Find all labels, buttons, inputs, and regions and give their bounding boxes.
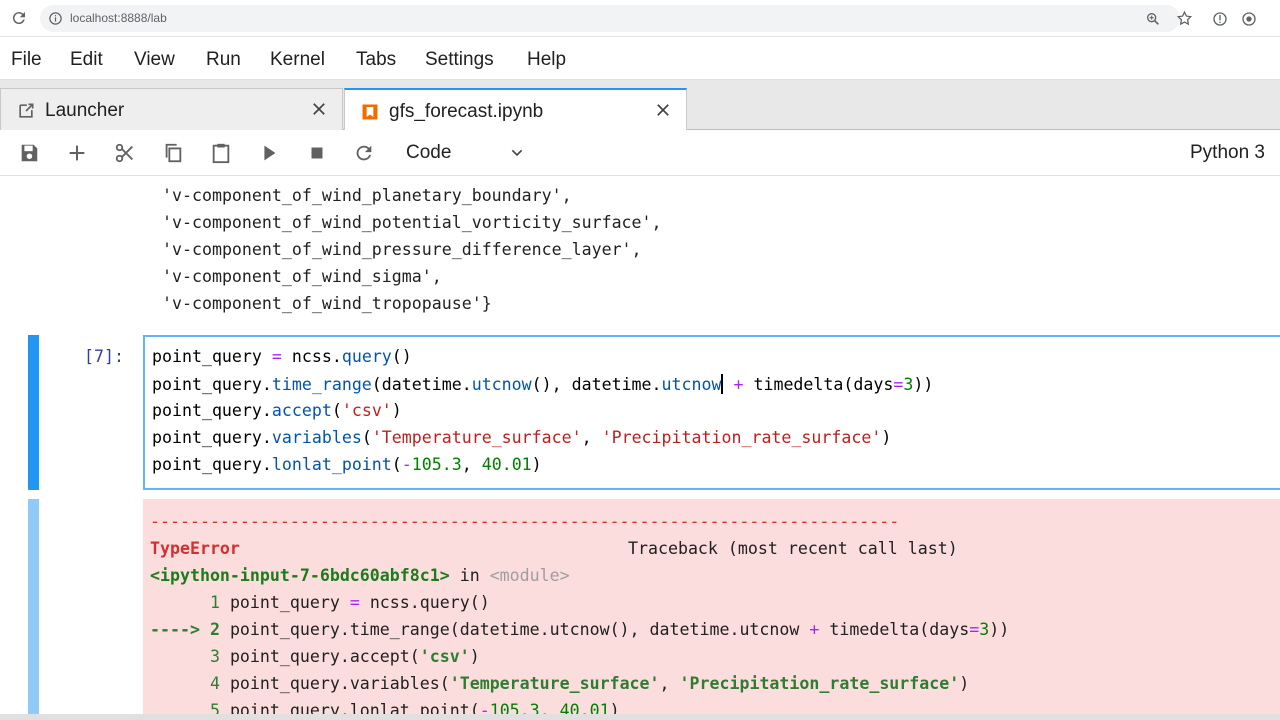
traceback-label: Traceback (most recent call last): [628, 539, 958, 558]
browser-bar: localhost:8888/lab: [0, 0, 1280, 37]
traceback-line: 4 point_query.variables('Temperature_sur…: [150, 674, 970, 693]
menu-edit[interactable]: Edit: [70, 49, 103, 71]
menu-run[interactable]: Run: [206, 49, 241, 71]
code-line: point_query = ncss.query(): [152, 347, 412, 366]
cell-prompt: [7]:: [84, 347, 124, 366]
zoom-icon[interactable]: [1145, 11, 1161, 27]
line-marker: 1: [150, 593, 230, 612]
cell-type-select[interactable]: Code: [406, 142, 451, 164]
profile-icon[interactable]: [1241, 11, 1257, 27]
save-icon[interactable]: [18, 142, 40, 164]
kernel-name[interactable]: Python 3: [1190, 142, 1265, 164]
extension-icon[interactable]: [1212, 11, 1228, 27]
output-line: 'v-component_of_wind_pressure_difference…: [162, 240, 642, 259]
url-text: localhost:8888/lab: [70, 11, 167, 25]
tab-launcher-label: Launcher: [45, 100, 125, 121]
tab-gfs-forecast[interactable]: gfs_forecast.ipynb: [344, 88, 687, 131]
chevron-down-icon[interactable]: [509, 145, 525, 161]
cut-icon[interactable]: [114, 142, 136, 164]
line-marker: 3: [150, 647, 230, 666]
output-line: 'v-component_of_wind_sigma',: [162, 267, 442, 286]
bookmark-star-icon[interactable]: [1176, 10, 1193, 27]
output-line: 'v-component_of_wind_tropopause'}: [162, 294, 492, 313]
text-cursor: [721, 374, 724, 394]
code-line: point_query.lonlat_point(-105.3, 40.01): [152, 455, 542, 474]
code-line: point_query.variables('Temperature_surfa…: [152, 428, 892, 447]
traceback-line-current: ----> 2 point_query.time_range(datetime.…: [150, 620, 1010, 639]
output-collapser[interactable]: [28, 499, 39, 720]
close-icon[interactable]: [654, 101, 672, 119]
paste-icon[interactable]: [210, 142, 232, 164]
traceback-line: 3 point_query.accept('csv'): [150, 647, 480, 666]
in-word: in: [449, 566, 490, 585]
input-reference: <ipython-input-7-6bdc60abf8c1>: [150, 566, 450, 585]
traceback-location: <ipython-input-7-6bdc60abf8c1> in <modul…: [150, 566, 570, 585]
horizontal-scrollbar[interactable]: [0, 714, 1280, 720]
restart-icon[interactable]: [353, 142, 375, 164]
run-icon[interactable]: [258, 142, 280, 164]
copy-icon[interactable]: [162, 142, 184, 164]
error-type: TypeError: [150, 539, 240, 558]
code-editor[interactable]: point_query = ncss.query() point_query.t…: [143, 335, 1280, 490]
error-separator: ----------------------------------------…: [150, 512, 900, 531]
launcher-icon: [19, 103, 34, 118]
active-cell-indicator[interactable]: [28, 335, 39, 490]
output-line: 'v-component_of_wind_planetary_boundary'…: [162, 186, 572, 205]
notebook-toolbar: Code Python 3: [0, 130, 1280, 176]
notebook-panel: 'v-component_of_wind_planetary_boundary'…: [0, 177, 1280, 720]
close-icon[interactable]: [310, 100, 328, 118]
code-line: point_query.accept('csv'): [152, 401, 402, 420]
code-line: point_query.time_range(datetime.utcnow()…: [152, 374, 934, 394]
line-marker: ----> 2: [150, 620, 230, 639]
stop-icon[interactable]: [306, 142, 328, 164]
line-marker: 4: [150, 674, 230, 693]
output-line: 'v-component_of_wind_potential_vorticity…: [162, 213, 662, 232]
notebook-icon: [362, 104, 378, 120]
menu-view[interactable]: View: [134, 49, 175, 71]
menu-bar: File Edit View Run Kernel Tabs Settings …: [0, 38, 1280, 80]
tab-launcher[interactable]: Launcher: [0, 88, 343, 130]
menu-settings[interactable]: Settings: [425, 49, 494, 71]
tab-gfs-forecast-label: gfs_forecast.ipynb: [389, 101, 544, 122]
site-info-icon[interactable]: [48, 11, 63, 26]
module-reference: <module>: [489, 566, 570, 585]
menu-help[interactable]: Help: [527, 49, 566, 71]
traceback-line: 1 point_query = ncss.query(): [150, 593, 490, 612]
tab-bar: Launcher gfs_forecast.ipynb: [0, 80, 1280, 131]
reload-icon[interactable]: [10, 9, 28, 27]
menu-tabs[interactable]: Tabs: [356, 49, 396, 71]
menu-kernel[interactable]: Kernel: [270, 49, 325, 71]
error-output: ----------------------------------------…: [143, 499, 1280, 720]
menu-file[interactable]: File: [11, 49, 42, 71]
address-bar[interactable]: localhost:8888/lab: [40, 5, 1193, 32]
add-cell-icon[interactable]: [66, 142, 88, 164]
